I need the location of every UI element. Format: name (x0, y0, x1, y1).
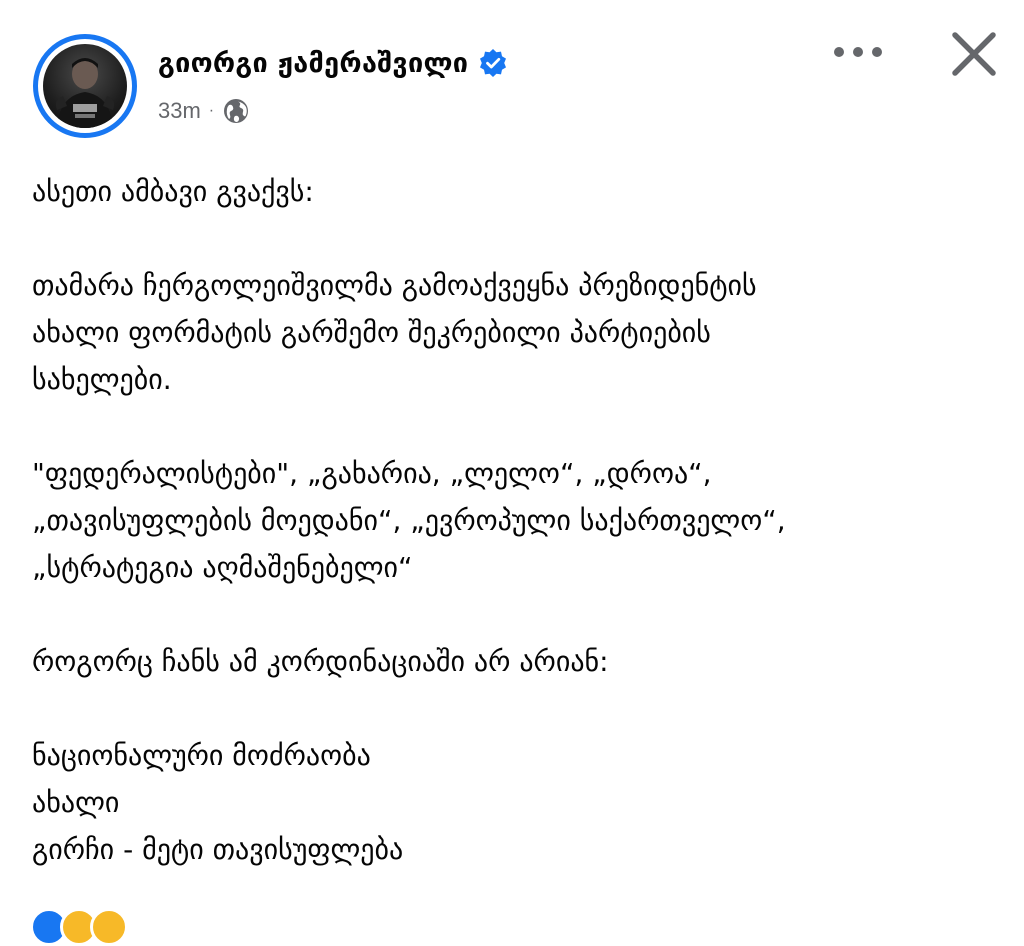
paragraph-not-included: როგორც ჩანს ამ კორდინაციაში არ არიან: (32, 638, 1002, 685)
post-meta: 33m · (158, 95, 250, 127)
paragraph-announcement: თამარა ჩერგოლეიშვილმა გამოაქვეყნა პრეზიდ… (32, 262, 1002, 403)
more-options-button[interactable] (822, 30, 894, 74)
avatar-person-icon (55, 58, 115, 128)
text-line: თამარა ჩერგოლეიშვილმა გამოაქვეყნა პრეზიდ… (32, 269, 757, 302)
paragraph-party-names: "ფედერალისტები", „გახარია, „ლელო“, „დროა… (32, 450, 1002, 591)
verified-badge-icon (478, 48, 508, 78)
paragraph-excluded-list: ნაციონალური მოძრაობა ახალი გირჩი - მეტი … (32, 732, 1002, 873)
post-body: ასეთი ამბავი გვაქვს: თამარა ჩერგოლეიშვილ… (32, 168, 1002, 920)
text-line: "ფედერალისტები", „გახარია, „ლელო“, „დროა… (32, 457, 712, 490)
text-line: როგორც ჩანს ამ კორდინაციაში არ არიან: (32, 645, 609, 678)
text-line: ასეთი ამბავი გვაქვს: (32, 175, 314, 208)
reactions-summary[interactable] (30, 908, 128, 946)
text-line: სახელები. (32, 363, 172, 396)
list-item: ნაციონალური მოძრაობა (32, 739, 371, 772)
globe-icon[interactable] (222, 97, 250, 125)
author-name[interactable]: გიორგი ჟამერაშვილი (158, 48, 468, 79)
list-item: ახალი (32, 786, 120, 819)
text-line: „თავისუფლების მოედანი“, „ევროპული საქართ… (32, 504, 786, 537)
author-row: გიორგი ჟამერაშვილი (158, 40, 508, 86)
close-button[interactable] (940, 20, 1008, 88)
wow-reaction-icon (90, 908, 128, 946)
text-line: „სტრატეგია აღმაშენებელი“ (32, 551, 413, 584)
post-timestamp[interactable]: 33m (158, 98, 201, 124)
meta-separator: · (208, 102, 215, 119)
close-icon (952, 32, 996, 76)
more-options-icon (834, 47, 882, 57)
paragraph-intro: ასეთი ამბავი გვაქვს: (32, 168, 1002, 215)
list-item: გირჩი - მეტი თავისუფლება (32, 833, 404, 866)
avatar[interactable] (33, 34, 137, 138)
avatar-photo (43, 44, 127, 128)
facebook-post: გიორგი ჟამერაშვილი 33m · ასეთი ამბავი გვ… (0, 0, 1024, 946)
text-line: ახალი ფორმატის გარშემო შეკრებილი პარტიებ… (32, 316, 711, 349)
